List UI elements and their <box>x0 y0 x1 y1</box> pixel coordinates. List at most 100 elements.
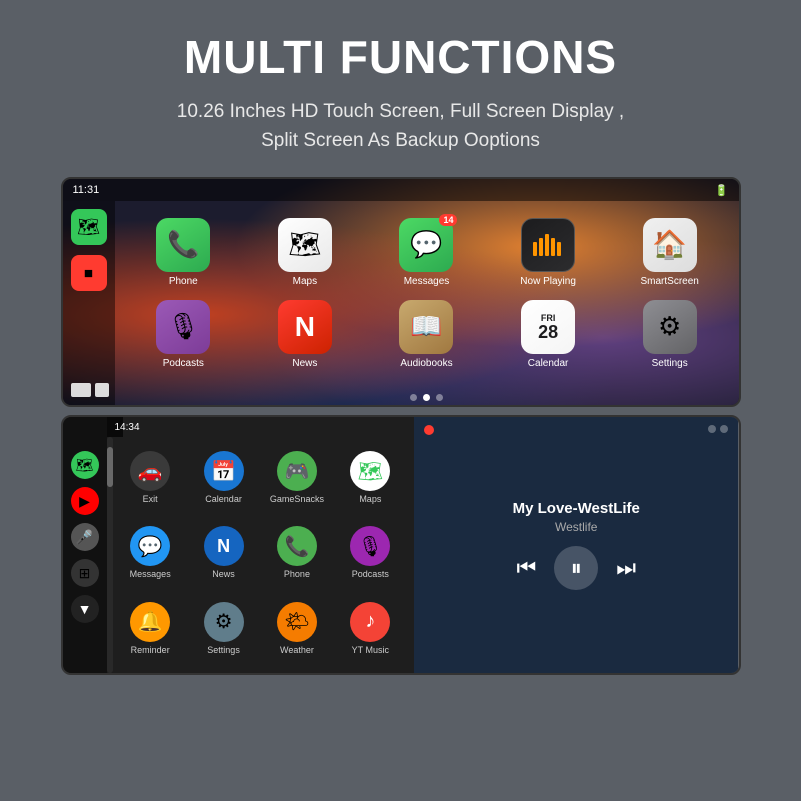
carplay-app-audiobooks[interactable]: 📖 Audiobooks <box>368 295 486 373</box>
android-app-yt-music[interactable]: ♪ YT Music <box>335 592 406 665</box>
music-panel: My Love-WestLife Westlife ⏮ ⏸ ⏭ <box>414 417 738 673</box>
carplay-app-icon-9: ⚙ <box>643 300 697 354</box>
carplay-app-phone[interactable]: 📞 Phone <box>125 213 243 291</box>
carplay-app-messages[interactable]: 💬14 Messages <box>368 213 486 291</box>
carplay-battery: 🔋 <box>715 184 729 197</box>
android-app-icon-2: 🎮 <box>277 451 317 491</box>
android-app-label-9: Settings <box>207 645 240 655</box>
android-app-icon-8: 🔔 <box>130 602 170 642</box>
android-app-news[interactable]: N News <box>188 516 259 589</box>
android-app-icon-10: 🌤 <box>277 602 317 642</box>
page-title: MULTI FUNCTIONS <box>184 30 617 84</box>
android-app-icon-11: ♪ <box>350 602 390 642</box>
sidebar-stop-icon[interactable]: ⏹ <box>71 255 107 291</box>
carplay-screen: 11:31 🔋 🗺 ⏹ 📞 Phone 🗺 Maps 💬14 Messages Now Pl… <box>61 177 741 407</box>
android-app-label-10: Weather <box>280 645 314 655</box>
android-app-weather[interactable]: 🌤 Weather <box>261 592 332 665</box>
android-app-icon-7: 🎙 <box>350 526 390 566</box>
android-app-gamesnacks[interactable]: 🎮 GameSnacks <box>261 441 332 514</box>
carplay-app-smartscreen[interactable]: 🏠SmartScreen <box>611 213 729 291</box>
android-nav-down[interactable]: ▼ <box>71 595 99 623</box>
carplay-app-icon-5: 🎙 <box>156 300 210 354</box>
carplay-app-now-playing[interactable]: Now Playing <box>489 213 607 291</box>
music-artist: Westlife <box>513 520 640 534</box>
android-app-settings[interactable]: ⚙ Settings <box>188 592 259 665</box>
android-app-reminder[interactable]: 🔔 Reminder <box>115 592 186 665</box>
android-app-maps[interactable]: 🗺 Maps <box>335 441 406 514</box>
carplay-app-icon-0: 📞 <box>156 218 210 272</box>
screens-container: 11:31 🔋 🗺 ⏹ 📞Phone🗺Maps💬14MessagesNow Pl… <box>61 177 741 675</box>
next-button[interactable]: ⏭ <box>616 555 636 581</box>
android-app-icon-1: 📅 <box>204 451 244 491</box>
android-app-label-3: Maps <box>359 494 381 504</box>
carplay-sidebar: 🗺 ⏹ <box>63 201 115 405</box>
android-app-messages[interactable]: 💬 Messages <box>115 516 186 589</box>
android-app-phone[interactable]: 📞Phone <box>261 516 332 589</box>
carplay-app-news[interactable]: N News <box>246 295 364 373</box>
carplay-app-maps[interactable]: 🗺 Maps <box>246 213 364 291</box>
dot-3 <box>436 394 443 401</box>
indicator-2 <box>708 425 716 433</box>
carplay-app-label-7: Audiobooks <box>400 358 452 369</box>
dot-1 <box>410 394 417 401</box>
split-screen: 14:34 🗺 ▶ 🎤 ⊞ ▼ 🚗 Exit 📅Calendar 🎮 GameSnack… <box>61 415 741 675</box>
android-app-label-8: Reminder <box>131 645 170 655</box>
android-nav-mic[interactable]: 🎤 <box>71 523 99 551</box>
prev-button[interactable]: ⏮ <box>516 555 536 581</box>
android-app-icon-3: 🗺 <box>350 451 390 491</box>
carplay-app-settings[interactable]: ⚙Settings <box>611 295 729 373</box>
carplay-app-label-8: Calendar <box>528 358 569 369</box>
android-scroll-thumb <box>107 447 113 487</box>
dot-2 <box>423 394 430 401</box>
carplay-app-podcasts[interactable]: 🎙 Podcasts <box>125 295 243 373</box>
play-pause-button[interactable]: ⏸ <box>554 546 598 590</box>
android-nav-youtube[interactable]: ▶ <box>71 487 99 515</box>
carplay-app-icon-8: FRI28 <box>521 300 575 354</box>
android-nav-grid[interactable]: ⊞ <box>71 559 99 587</box>
android-app-icon-6: 📞 <box>277 526 317 566</box>
carplay-app-icon-6: N <box>278 300 332 354</box>
carplay-app-icon-4: 🏠 <box>643 218 697 272</box>
carplay-app-calendar[interactable]: FRI28 Calendar <box>489 295 607 373</box>
carplay-app-label-1: Maps <box>293 276 317 287</box>
carplay-time: 11:31 <box>73 184 100 196</box>
android-app-calendar[interactable]: 📅Calendar <box>188 441 259 514</box>
android-app-icon-4: 💬 <box>130 526 170 566</box>
carplay-app-icon-7: 📖 <box>399 300 453 354</box>
carplay-app-icon-1: 🗺 <box>278 218 332 272</box>
android-app-label-11: YT Music <box>352 645 389 655</box>
sidebar-maps-icon[interactable]: 🗺 <box>71 209 107 245</box>
android-app-podcasts[interactable]: 🎙 Podcasts <box>335 516 406 589</box>
android-time: 14:34 <box>115 422 140 433</box>
android-app-label-4: Messages <box>130 569 171 579</box>
carplay-view-toggle[interactable] <box>71 383 109 397</box>
android-app-label-2: GameSnacks <box>270 494 324 504</box>
carplay-app-label-0: Phone <box>169 276 198 287</box>
android-app-exit[interactable]: 🚗 Exit <box>115 441 186 514</box>
android-nav-maps[interactable]: 🗺 <box>71 451 99 479</box>
music-title: My Love-WestLife <box>513 500 640 517</box>
music-indicators <box>414 425 738 435</box>
indicator-3 <box>720 425 728 433</box>
android-scrollbar[interactable] <box>107 437 113 673</box>
android-panel: 14:34 🗺 ▶ 🎤 ⊞ ▼ 🚗 Exit 📅Calendar 🎮 GameSnack… <box>63 417 415 673</box>
carplay-app-label-2: Messages <box>404 276 450 287</box>
music-controls: ⏮ ⏸ ⏭ <box>516 546 636 590</box>
carplay-status-bar: 11:31 🔋 <box>63 179 739 201</box>
android-app-icon-5: N <box>204 526 244 566</box>
carplay-app-label-3: Now Playing <box>520 276 576 287</box>
carplay-app-icon-2: 💬14 <box>399 218 453 272</box>
android-app-icon-9: ⚙ <box>204 602 244 642</box>
page-subtitle: 10.26 Inches HD Touch Screen, Full Scree… <box>117 98 684 155</box>
grid-icon <box>71 383 91 397</box>
android-app-label-0: Exit <box>143 494 158 504</box>
android-app-icon-0: 🚗 <box>130 451 170 491</box>
android-app-label-5: News <box>212 569 235 579</box>
carplay-app-label-5: Podcasts <box>163 358 204 369</box>
music-track-info: My Love-WestLife Westlife <box>513 500 640 534</box>
carplay-page-dots <box>115 394 739 401</box>
android-status-bar: 14:34 <box>107 417 123 437</box>
carplay-apps-grid: 📞 Phone 🗺 Maps 💬14 Messages Now Playing 🏠SmartS… <box>115 201 739 385</box>
carplay-app-label-6: News <box>292 358 317 369</box>
android-app-label-7: Podcasts <box>352 569 389 579</box>
